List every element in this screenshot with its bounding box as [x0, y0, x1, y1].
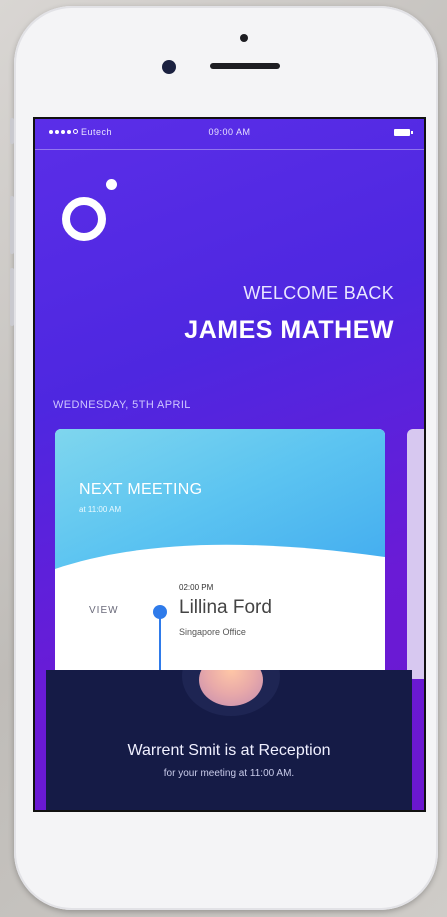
proximity-sensor [240, 34, 248, 42]
timeline-dot-icon [153, 605, 167, 619]
next-meeting-title: NEXT MEETING [79, 481, 203, 498]
notification-subtitle: for your meeting at 11:00 AM. [163, 768, 295, 779]
status-time: 09:00 AM [208, 127, 251, 137]
front-camera [162, 60, 176, 74]
app-logo-dot [106, 179, 117, 190]
reception-notification[interactable]: Warrent Smit is at Reception for your me… [46, 670, 412, 810]
app-logo [62, 197, 106, 241]
current-date: WEDNESDAY, 5TH APRIL [53, 399, 191, 411]
slot-attendee-name[interactable]: Lillina Ford [179, 597, 272, 619]
slot-time: 02:00 PM [179, 583, 214, 592]
next-card-peek[interactable] [407, 429, 424, 679]
notification-title: Warrent Smit is at Reception [127, 742, 331, 759]
battery-icon [394, 129, 413, 136]
next-meeting-time: at 11:00 AM [79, 505, 122, 514]
welcome-label: WELCOME BACK [243, 283, 394, 303]
slot-office: Singapore Office [179, 627, 246, 637]
volume-down-button [10, 268, 14, 326]
user-name: JAMES MATHEW [184, 316, 394, 344]
next-meeting-card[interactable]: NEXT MEETING at 11:00 AM VIEW 02:00 PM L… [55, 429, 385, 689]
mute-switch [10, 118, 14, 144]
status-bar: Eutech 09:00 AM [35, 119, 424, 150]
volume-up-button [10, 196, 14, 254]
earpiece-speaker [210, 63, 280, 69]
view-button[interactable]: VIEW [89, 605, 119, 616]
